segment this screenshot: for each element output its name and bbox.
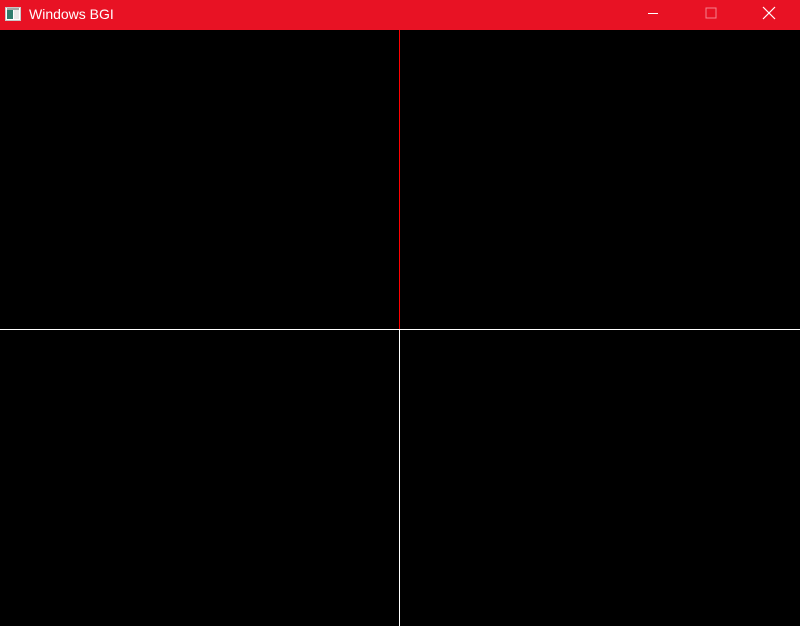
close-icon bbox=[762, 6, 776, 25]
minimize-icon bbox=[647, 6, 659, 24]
maximize-icon bbox=[705, 6, 717, 24]
bgi-app-icon[interactable] bbox=[5, 7, 21, 21]
canvas-graphics bbox=[0, 30, 800, 626]
window-title: Windows BGI bbox=[29, 6, 114, 22]
bgi-window: Windows BGI bbox=[0, 0, 800, 626]
maximize-button bbox=[688, 0, 734, 30]
title-bar[interactable]: Windows BGI bbox=[0, 0, 800, 30]
drawing-canvas[interactable] bbox=[0, 30, 800, 626]
close-button[interactable] bbox=[746, 0, 792, 30]
minimize-button[interactable] bbox=[630, 0, 676, 30]
